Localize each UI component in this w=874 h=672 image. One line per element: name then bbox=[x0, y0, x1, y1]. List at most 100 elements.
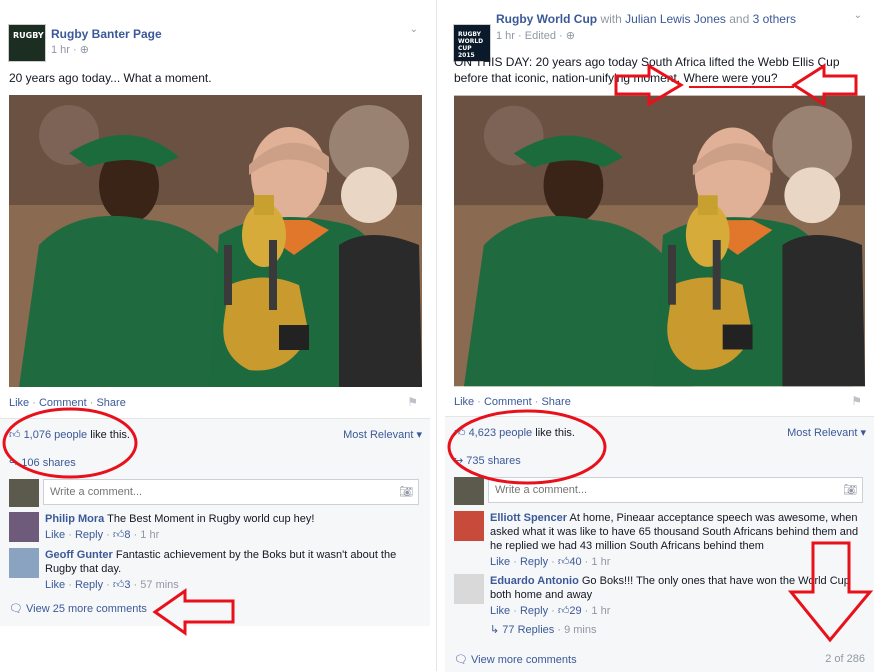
commenter-name[interactable]: Philip Mora bbox=[45, 513, 104, 525]
comment-like-link[interactable]: Like bbox=[45, 579, 65, 591]
sort-dropdown[interactable]: Most Relevant ▾ bbox=[343, 428, 422, 441]
column-divider bbox=[436, 0, 437, 671]
post-text: ON THIS DAY: 20 years ago today South Af… bbox=[454, 54, 840, 86]
share-link[interactable]: Share bbox=[96, 397, 125, 409]
tagged-person-link[interactable]: Julian Lewis Jones bbox=[625, 12, 726, 26]
comment-pager: 2 of 286 bbox=[825, 653, 865, 665]
comment-like-count[interactable]: 8 bbox=[124, 529, 130, 541]
shares-count: 106 shares bbox=[21, 457, 76, 469]
comment-reply-link[interactable]: Reply bbox=[520, 556, 548, 568]
edited-label[interactable]: Edited bbox=[525, 30, 556, 42]
comment-time[interactable]: 1 hr bbox=[140, 529, 159, 541]
comment-composer: 📷︎ bbox=[9, 479, 421, 507]
view-more-comments-link[interactable]: 🗨︎ View more comments bbox=[454, 653, 577, 666]
comment-input[interactable] bbox=[488, 477, 863, 503]
caret-down-icon: ▾ bbox=[416, 429, 422, 441]
view-more-label: View 25 more comments bbox=[26, 603, 147, 615]
commenter-avatar[interactable] bbox=[454, 511, 484, 541]
likes-suffix: like this. bbox=[532, 427, 575, 439]
commenter-name[interactable]: Elliott Spencer bbox=[490, 512, 567, 524]
comment-actions: Like · Reply · 👍︎40 · 1 hr bbox=[490, 556, 611, 568]
comment-reply-link[interactable]: Reply bbox=[520, 605, 548, 617]
comment-link[interactable]: Comment bbox=[39, 397, 87, 409]
comment-like-link[interactable]: Like bbox=[490, 556, 510, 568]
others-link[interactable]: 3 others bbox=[753, 12, 796, 26]
caret-down-icon: ▾ bbox=[860, 427, 866, 439]
post-meta: 1 hr · Edited · ⊕ bbox=[496, 30, 575, 42]
commenter-avatar[interactable] bbox=[454, 574, 484, 604]
comment-actions: Like · Reply · 👍︎29 · 1 hr bbox=[490, 605, 611, 617]
replies-link[interactable]: ↳ 77 Replies · 9 mins bbox=[490, 623, 596, 636]
likes-suffix: like this. bbox=[87, 429, 130, 441]
post-time[interactable]: 1 hr bbox=[51, 44, 70, 56]
commenter-avatar[interactable] bbox=[9, 512, 39, 542]
post-photo[interactable] bbox=[454, 95, 865, 387]
comment-time[interactable]: 1 hr bbox=[591, 605, 610, 617]
user-avatar bbox=[454, 477, 484, 505]
comment-input[interactable] bbox=[43, 479, 419, 505]
likes-summary: 👍︎ 1,076 people like this. bbox=[9, 428, 130, 441]
like-link[interactable]: Like bbox=[454, 396, 474, 408]
camera-icon[interactable]: 📷︎ bbox=[843, 483, 857, 496]
globe-icon: ⊕ bbox=[79, 44, 89, 56]
post-rugby-banter: RUGBY Rugby Banter Page 1 hr · ⊕ ⌄ 20 ye… bbox=[0, 0, 430, 626]
thumbs-up-icon: 👍︎ bbox=[112, 529, 125, 541]
likes-summary: 👍︎ 4,623 people like this. bbox=[454, 426, 575, 439]
post-text: 20 years ago today... What a moment. bbox=[9, 71, 212, 85]
page-avatar[interactable]: RUGBY bbox=[8, 24, 46, 62]
commenter-avatar[interactable] bbox=[9, 548, 39, 578]
chevron-down-icon[interactable]: ⌄ bbox=[854, 10, 862, 21]
view-more-comments-link[interactable]: 🗨︎ View 25 more comments bbox=[9, 602, 147, 615]
camera-icon[interactable]: 📷︎ bbox=[399, 485, 413, 498]
thumbs-up-icon: 👍︎ bbox=[454, 427, 466, 439]
comment-like-link[interactable]: Like bbox=[45, 529, 65, 541]
comment-like-count[interactable]: 29 bbox=[569, 605, 581, 617]
with-text: with bbox=[600, 12, 622, 26]
commenter-name[interactable]: Eduardo Antonio bbox=[490, 575, 579, 587]
page-name-link[interactable]: Rugby World Cup bbox=[496, 12, 597, 26]
comment-reply-link[interactable]: Reply bbox=[75, 529, 103, 541]
comment-reply-link[interactable]: Reply bbox=[75, 579, 103, 591]
commenter-name[interactable]: Geoff Gunter bbox=[45, 549, 113, 561]
speech-bubble-icon: 🗨︎ bbox=[9, 603, 23, 615]
comment-time[interactable]: 57 mins bbox=[140, 579, 179, 591]
thumbs-up-icon: 👍︎ bbox=[112, 579, 125, 591]
shares-count: 735 shares bbox=[466, 455, 521, 467]
post-photo[interactable] bbox=[9, 95, 422, 387]
avatar-logo-text: RUGBY bbox=[13, 31, 44, 40]
comment-actions: Like · Reply · 👍︎8 · 1 hr bbox=[45, 529, 160, 541]
and-text: and bbox=[729, 12, 750, 26]
sort-dropdown[interactable]: Most Relevant ▾ bbox=[787, 426, 866, 439]
replies-count: 77 Replies bbox=[502, 624, 555, 636]
comment-body: Elliott Spencer At home, Pineaar accepta… bbox=[490, 511, 865, 569]
speech-bubble-icon: 🗨︎ bbox=[454, 654, 468, 666]
comment-like-count[interactable]: 40 bbox=[569, 556, 581, 568]
comment-time[interactable]: 1 hr bbox=[591, 556, 610, 568]
sort-label: Most Relevant bbox=[343, 429, 414, 441]
likes-count-link[interactable]: 1,076 people bbox=[24, 429, 88, 441]
post-rugby-world-cup: RUGBY WORLD CUP 2015 Rugby World Cup wit… bbox=[445, 0, 874, 672]
likes-count-link[interactable]: 4,623 people bbox=[469, 427, 533, 439]
shares-link[interactable]: ↪ 735 shares bbox=[454, 454, 521, 467]
comment-body: Eduardo Antonio Go Boks!!! The only ones… bbox=[490, 574, 865, 618]
comment-like-count[interactable]: 3 bbox=[124, 579, 130, 591]
share-link[interactable]: Share bbox=[541, 396, 570, 408]
thumbs-up-icon: 👍︎ bbox=[557, 605, 570, 617]
like-link[interactable]: Like bbox=[9, 397, 29, 409]
post-text-line: ON THIS DAY: 20 years ago today South Af… bbox=[454, 55, 840, 69]
separator-dot: · bbox=[477, 396, 484, 408]
chevron-down-icon[interactable]: ⌄ bbox=[410, 24, 418, 35]
shares-link[interactable]: ↪ 106 shares bbox=[9, 456, 76, 469]
page-name-link[interactable]: Rugby Banter Page bbox=[51, 27, 162, 41]
post-time[interactable]: 1 hr bbox=[496, 30, 515, 42]
share-arrow-icon: ↪ bbox=[454, 455, 464, 467]
post-actions: Like · Comment · Share bbox=[9, 397, 126, 409]
comment-link[interactable]: Comment bbox=[484, 396, 532, 408]
post-text-line: before that iconic, nation-unifying mome… bbox=[454, 71, 778, 85]
user-avatar bbox=[9, 479, 39, 507]
comments-area: 👍︎ 4,623 people like this. Most Relevant… bbox=[445, 416, 874, 672]
comment-like-link[interactable]: Like bbox=[490, 605, 510, 617]
flag-icon[interactable]: ⚑ bbox=[851, 394, 862, 408]
separator-dot: · bbox=[32, 397, 39, 409]
flag-icon[interactable]: ⚑ bbox=[407, 395, 418, 409]
